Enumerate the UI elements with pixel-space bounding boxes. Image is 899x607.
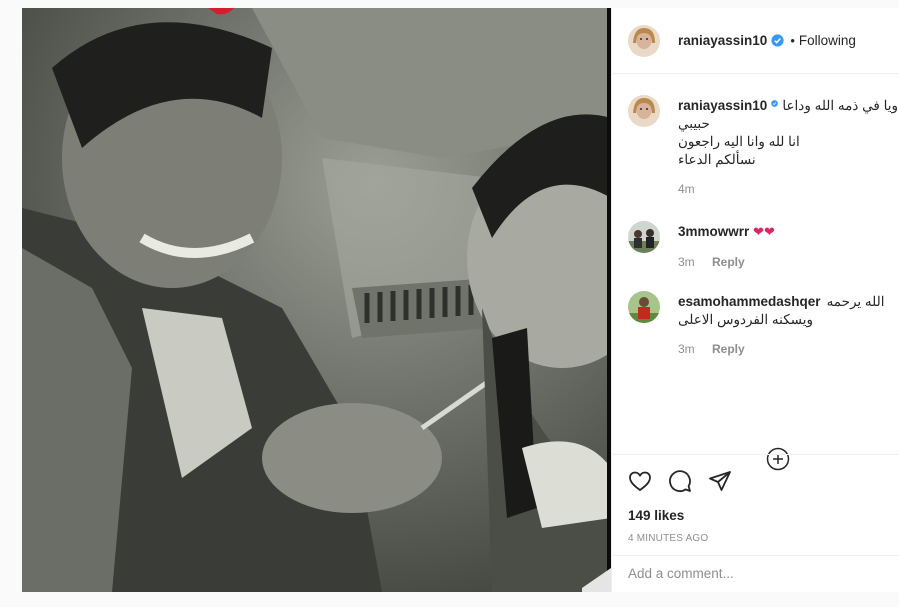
comments-list: raniayassin10 ويا في ذمه الله وداعا حبيب… bbox=[612, 75, 899, 471]
caption-time: 4m bbox=[678, 182, 695, 196]
caption-text-line-1: ويا في ذمه الله وداعا bbox=[782, 98, 898, 113]
caption-text-line-4: نسألكم الدعاء bbox=[678, 152, 756, 167]
caption-first-line: raniayassin10 ويا في ذمه الله وداعا bbox=[678, 97, 898, 115]
post-header: raniayassin10 • Following bbox=[612, 8, 899, 74]
comment-first-line: esamohammedashqer الله يرحمه bbox=[678, 293, 898, 311]
comment-text: ❤❤ bbox=[753, 224, 775, 239]
commenter-avatar[interactable] bbox=[628, 221, 660, 253]
comment-text-line-1: الله يرحمه bbox=[826, 294, 885, 309]
comment-body: 3mmowwrr ❤❤ 3m Reply bbox=[678, 223, 898, 271]
comment-meta: 3m Reply bbox=[678, 340, 898, 358]
likes-count[interactable]: 149 likes bbox=[628, 508, 684, 523]
comment-time: 3m bbox=[678, 342, 695, 356]
heart-icon[interactable] bbox=[628, 469, 652, 493]
action-icons bbox=[628, 469, 732, 493]
author-username[interactable]: raniayassin10 bbox=[678, 33, 767, 48]
separator-dot: • bbox=[790, 33, 795, 48]
follow-status-button[interactable]: Following bbox=[799, 33, 856, 48]
post-timestamp: 4 MINUTES AGO bbox=[628, 533, 709, 544]
post-modal: raniayassin10 • Following raniayassin10 … bbox=[22, 8, 899, 592]
caption-text-line-2: حبيبي bbox=[678, 116, 710, 131]
verified-badge-icon bbox=[771, 100, 779, 107]
add-comment-bar bbox=[612, 555, 899, 593]
add-comment-input[interactable] bbox=[628, 566, 888, 581]
caption-body: raniayassin10 ويا في ذمه الله وداعا حبيب… bbox=[678, 97, 898, 198]
caption-username[interactable]: raniayassin10 bbox=[678, 97, 767, 115]
comment-username[interactable]: esamohammedashqer bbox=[678, 293, 821, 311]
reply-button[interactable]: Reply bbox=[712, 342, 745, 356]
comment-bubble-icon[interactable] bbox=[668, 469, 692, 493]
caption-meta: 4m bbox=[678, 180, 898, 198]
comment-meta: 3m Reply bbox=[678, 253, 898, 271]
comment-time: 3m bbox=[678, 255, 695, 269]
page: raniayassin10 • Following raniayassin10 … bbox=[0, 0, 899, 607]
reply-button[interactable]: Reply bbox=[712, 255, 745, 269]
caption-text-line-3: انا لله وانا اليه راجعون bbox=[678, 134, 800, 149]
comment-username[interactable]: 3mmowwrr bbox=[678, 224, 749, 239]
paper-plane-icon[interactable] bbox=[708, 469, 732, 493]
post-sidebar: raniayassin10 • Following raniayassin10 … bbox=[611, 8, 899, 592]
post-photo[interactable] bbox=[22, 8, 611, 592]
commenter-avatar[interactable] bbox=[628, 291, 660, 323]
caption-author-avatar[interactable] bbox=[628, 95, 660, 127]
verified-badge-icon bbox=[771, 34, 784, 47]
comment-body: esamohammedashqer الله يرحمه ويسكنه الفر… bbox=[678, 293, 898, 358]
comment-text-line-2: ويسكنه الفردوس الاعلى bbox=[678, 312, 813, 327]
author-avatar[interactable] bbox=[628, 24, 660, 57]
post-actions: 149 likes 4 MINUTES AGO bbox=[612, 454, 899, 592]
